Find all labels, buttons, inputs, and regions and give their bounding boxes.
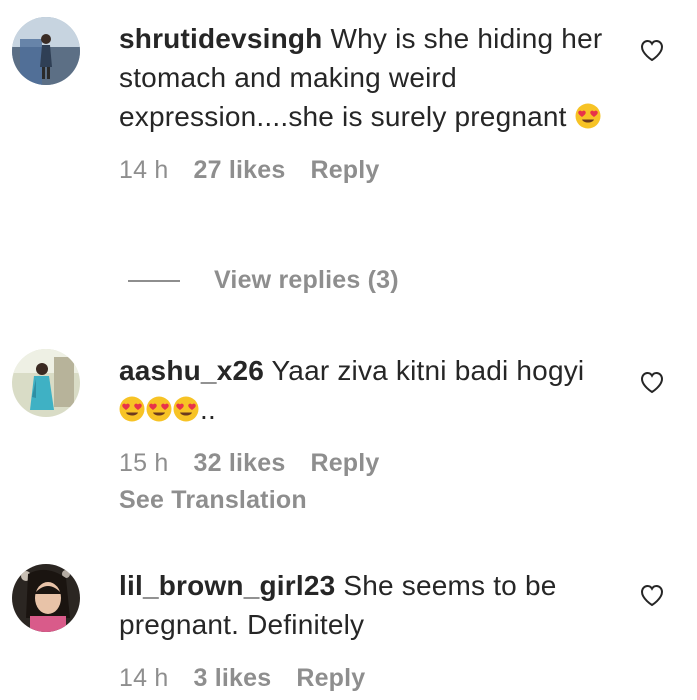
comment-meta: 14 h 27 likes Reply (119, 156, 609, 185)
comment-body: Yaar ziva kitni badi hogyi (271, 355, 585, 386)
avatar[interactable] (12, 564, 80, 632)
avatar[interactable] (12, 17, 80, 85)
heart-eyes-emoji-icon (146, 396, 172, 422)
reply-button[interactable]: Reply (310, 449, 379, 478)
comment-likes[interactable]: 3 likes (193, 664, 271, 693)
reply-button[interactable]: Reply (296, 664, 365, 693)
heart-outline-icon[interactable] (639, 370, 665, 394)
view-replies-label: View replies (3) (214, 266, 399, 294)
comment-likes[interactable]: 32 likes (193, 449, 285, 478)
comment-meta: 14 h 3 likes Reply (119, 664, 609, 693)
see-translation-button[interactable]: See Translation (119, 486, 609, 515)
comment-time: 14 h (119, 664, 169, 692)
comment-text: shrutidevsingh Why is she hiding her sto… (119, 19, 609, 136)
comment-time: 15 h (119, 449, 169, 477)
heart-outline-icon[interactable] (639, 583, 665, 607)
comment-meta: 15 h 32 likes Reply (119, 449, 609, 478)
divider-line (128, 279, 180, 282)
avatar[interactable] (12, 349, 80, 417)
reply-button[interactable]: Reply (310, 156, 379, 185)
heart-eyes-emoji-icon (173, 396, 199, 422)
heart-eyes-emoji-icon (119, 396, 145, 422)
comment-username[interactable]: aashu_x26 (119, 355, 264, 386)
comment-time: 14 h (119, 156, 169, 184)
comment-username[interactable]: shrutidevsingh (119, 23, 323, 54)
comment-text: lil_brown_girl23 She seems to be pregnan… (119, 566, 609, 644)
comment-likes[interactable]: 27 likes (193, 156, 285, 185)
heart-outline-icon[interactable] (639, 38, 665, 62)
comment-trailing: .. (200, 394, 216, 425)
view-replies-button[interactable]: View replies (3) (128, 266, 399, 295)
heart-eyes-emoji-icon (575, 103, 601, 129)
comment-text: aashu_x26 Yaar ziva kitni badi hogyi .. (119, 351, 609, 429)
comment-username[interactable]: lil_brown_girl23 (119, 570, 335, 601)
